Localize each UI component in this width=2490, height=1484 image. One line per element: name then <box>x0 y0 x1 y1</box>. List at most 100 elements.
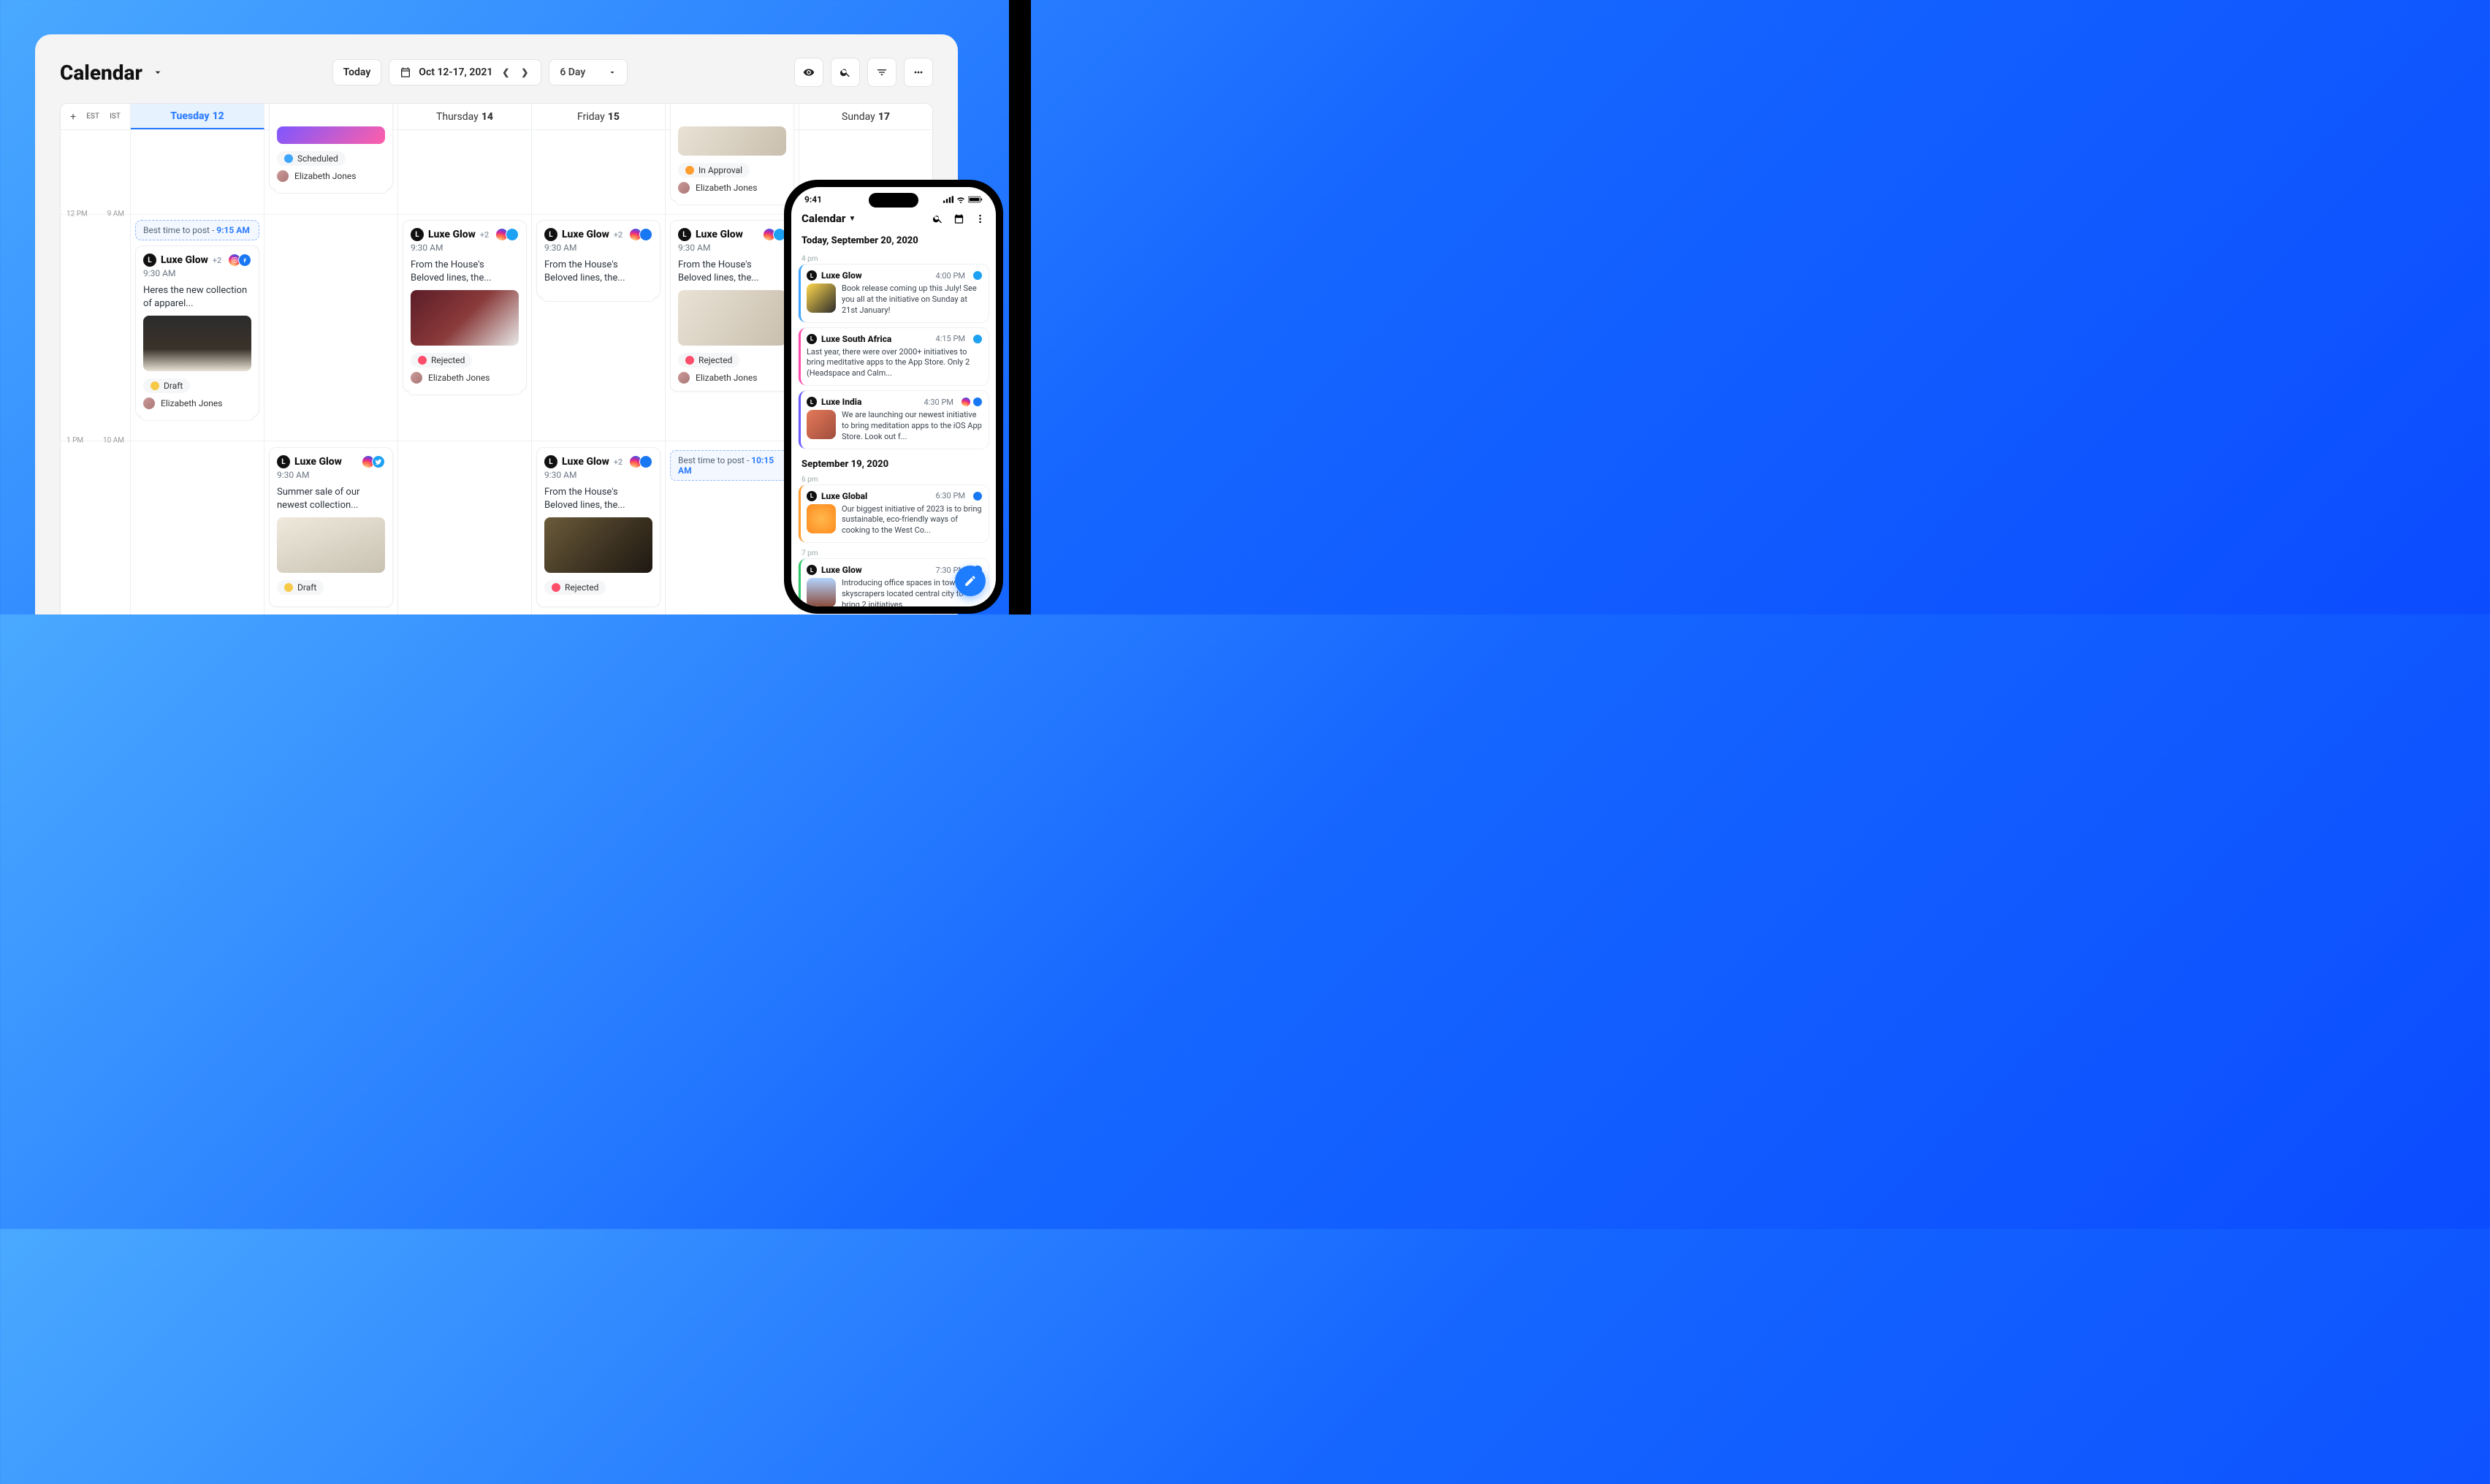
search-icon[interactable] <box>932 213 943 224</box>
status-tag: Draft <box>143 378 190 393</box>
today-button[interactable]: Today <box>332 59 382 85</box>
time-gutter: 12 PM9 AM 1 PM10 AM <box>61 130 131 614</box>
twitter-icon <box>972 270 983 281</box>
page-title: Calendar <box>60 61 142 85</box>
facebook-icon <box>639 228 652 241</box>
assignee: Elizabeth Jones <box>277 170 385 182</box>
calendar-icon[interactable] <box>953 213 964 224</box>
assignee: Elizabeth Jones <box>678 182 786 194</box>
day-column[interactable]: LLuxe Glow+2 9:30 AM From the House's Be… <box>532 130 666 614</box>
post-card[interactable]: LLuxe Glow 9:30 AM Summer sale of our ne… <box>269 447 393 607</box>
hour-label: 7 pm <box>791 548 996 559</box>
status-tag: Rejected <box>678 353 739 368</box>
header: Calendar Today Oct 12-17, 2021 ❮ ❯ 6 Day <box>60 58 933 87</box>
more-button[interactable] <box>904 58 933 87</box>
status-tag: Rejected <box>411 353 472 368</box>
post-card[interactable]: LLuxe Global6:30 PM Our biggest initiati… <box>799 485 989 543</box>
search-button[interactable] <box>831 58 860 87</box>
day-column[interactable]: In Approval Elizabeth Jones LLuxe Glow 9… <box>666 130 799 614</box>
day-header[interactable]: Thursday14 <box>398 104 532 129</box>
day-header-row: + EST IST Tuesday12 Wednesday13 Thursday… <box>61 104 932 130</box>
facebook-icon <box>972 397 983 407</box>
post-card[interactable]: In Approval Elizabeth Jones <box>670 103 794 202</box>
compose-fab[interactable] <box>955 566 986 596</box>
status-tag: In Approval <box>678 163 750 178</box>
post-card[interactable]: LLuxe Glow+2 9:30 AM Heres the new colle… <box>135 246 259 417</box>
post-card[interactable]: LLuxe Glow+2 9:30 AM From the House's Be… <box>536 220 660 298</box>
twitter-icon <box>506 228 519 241</box>
day-column[interactable]: Best time to post - 9:15 AM LLuxe Glow+2… <box>131 130 264 614</box>
thumbnail <box>807 504 836 533</box>
filter-icon <box>876 66 888 78</box>
next-arrow[interactable]: ❯ <box>519 67 530 77</box>
card-thumbnail <box>544 517 652 573</box>
thumbnail <box>807 410 836 439</box>
best-time-hint: Best time to post - 10:15 AM <box>670 450 794 481</box>
signal-icon <box>943 196 953 203</box>
mobile-mockup: 9:41 Calendar▼ Today, September 20, 2020… <box>784 180 1003 614</box>
post-card[interactable]: LLuxe South Africa4:15 PM Last year, the… <box>799 328 989 386</box>
card-text: Heres the new collection of apparel... <box>143 284 251 310</box>
post-card[interactable]: LLuxe Glow4:00 PM Book release coming up… <box>799 265 989 322</box>
thumbnail <box>807 578 836 606</box>
mobile-header: Calendar▼ <box>791 205 996 231</box>
mobile-title[interactable]: Calendar▼ <box>802 212 856 225</box>
twitter-icon <box>972 334 983 344</box>
search-icon <box>839 66 851 78</box>
facebook-icon <box>639 455 652 468</box>
prev-arrow[interactable]: ❮ <box>500 67 511 77</box>
facebook-icon <box>972 491 983 501</box>
calendar-icon <box>400 66 411 78</box>
post-card[interactable]: LLuxe Glow+2 9:30 AM From the House's Be… <box>403 220 527 392</box>
day-column[interactable]: Scheduled Elizabeth Jones LLuxe Glow 9:3… <box>264 130 398 614</box>
add-tz-button[interactable]: + <box>70 111 76 123</box>
filter-button[interactable] <box>867 58 896 87</box>
post-card[interactable]: LLuxe India4:30 PM We are launching our … <box>799 391 989 449</box>
tz-a: EST <box>86 113 99 121</box>
brand-avatar: L <box>143 254 156 267</box>
assignee: Elizabeth Jones <box>678 372 786 384</box>
more-icon[interactable] <box>975 213 986 224</box>
chevron-down-icon <box>608 68 617 77</box>
chevron-down-icon <box>152 66 164 78</box>
day-header[interactable]: Sunday17 <box>799 104 932 129</box>
tz-header: + EST IST <box>61 104 131 129</box>
wifi-icon <box>956 196 966 203</box>
hour-label: 6 pm <box>791 474 996 485</box>
assignee: Elizabeth Jones <box>143 397 251 409</box>
assignee: Elizabeth Jones <box>411 372 519 384</box>
day-header[interactable]: Friday15 <box>532 104 666 129</box>
section-header: September 19, 2020 <box>791 454 996 474</box>
facebook-icon <box>238 254 251 267</box>
clock: 9:41 <box>804 194 822 205</box>
post-card[interactable]: LLuxe Glow 9:30 AM From the House's Belo… <box>670 220 794 392</box>
card-thumbnail <box>277 126 385 144</box>
title-dropdown[interactable] <box>150 64 166 80</box>
more-icon <box>913 66 924 78</box>
card-thumbnail <box>277 517 385 573</box>
card-thumbnail <box>411 290 519 346</box>
thumbnail <box>807 284 836 313</box>
card-thumbnail <box>143 316 251 371</box>
day-column[interactable]: LLuxe Glow+2 9:30 AM From the House's Be… <box>398 130 532 614</box>
battery-icon <box>968 196 983 203</box>
status-tag: Draft <box>277 580 324 595</box>
view-select[interactable]: 6 Day <box>549 59 628 85</box>
: Rejected <box>544 580 606 595</box>
card-time: 9:30 AM <box>143 268 251 278</box>
hour-label: 4 pm <box>791 254 996 265</box>
post-card[interactable]: Scheduled Elizabeth Jones <box>269 103 393 190</box>
instagram-icon <box>961 397 971 407</box>
brand-name: Luxe Glow <box>161 254 208 266</box>
visibility-button[interactable] <box>794 58 823 87</box>
today-label: Today <box>343 66 371 78</box>
day-header[interactable]: Tuesday12 <box>131 104 264 129</box>
post-card[interactable]: LLuxe Glow+2 9:30 AM From the House's Be… <box>536 447 660 607</box>
mobile-screen: 9:41 Calendar▼ Today, September 20, 2020… <box>791 187 996 606</box>
section-header: Today, September 20, 2020 <box>791 231 996 251</box>
avatar <box>277 170 289 182</box>
date-range-picker[interactable]: Oct 12-17, 2021 ❮ ❯ <box>389 59 541 85</box>
best-time-hint: Best time to post - 9:15 AM <box>135 220 259 240</box>
notch <box>869 193 918 208</box>
card-thumbnail <box>678 126 786 156</box>
